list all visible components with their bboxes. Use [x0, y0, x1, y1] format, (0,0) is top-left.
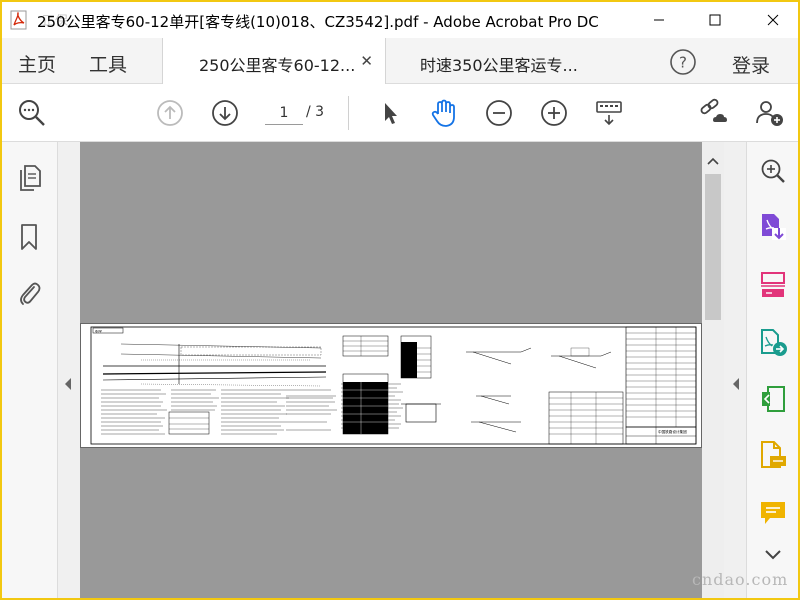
- plus-circle-icon: [541, 100, 567, 126]
- maximize-icon: [709, 14, 721, 26]
- zoom-out-button[interactable]: [483, 97, 515, 129]
- add-user-icon: [756, 101, 783, 126]
- tab-document-1[interactable]: 250公里客专60-12... ✕: [162, 38, 386, 85]
- page-thumbnails-button[interactable]: [14, 164, 44, 194]
- tab-bar: 主页 工具 250公里客专60-12... ✕ 时速350公里客运专... ? …: [2, 38, 798, 85]
- cursor-arrow-icon: [385, 103, 397, 124]
- organize-pages-icon: [761, 272, 785, 297]
- tab-close-icon[interactable]: ✕: [360, 52, 373, 70]
- comment-icon: [761, 502, 785, 524]
- attachments-icon: [20, 282, 41, 305]
- left-nav-panel: [2, 142, 58, 598]
- page-tag: Φ/Ψ: [95, 329, 102, 333]
- vertical-scrollbar[interactable]: [702, 142, 724, 598]
- export-pdf-button[interactable]: [758, 212, 788, 242]
- title-bar: 正保 250公里客专60-12单开[客专线(10)018、CZ3542].pdf…: [2, 2, 798, 38]
- comment-button[interactable]: [758, 498, 788, 528]
- export-pdf-icon: [762, 214, 786, 240]
- title-block-text: 中国铁路设计集团: [658, 429, 687, 434]
- pdf-page: Φ/Ψ 中国铁路设计集团: [80, 323, 702, 448]
- sign-in-link[interactable]: 登录: [732, 51, 770, 78]
- chevron-down-icon: [765, 550, 781, 560]
- tab-tools[interactable]: 工具: [89, 50, 127, 77]
- zoom-search-icon: [761, 159, 785, 183]
- engineering-drawing: Φ/Ψ 中国铁路设计集团: [90, 326, 697, 445]
- close-button[interactable]: [750, 2, 796, 38]
- fill-sign-button[interactable]: [758, 440, 788, 470]
- page-thumbnails-icon: [20, 165, 41, 191]
- fill-sign-icon: [761, 441, 786, 468]
- keyboard-icon: [596, 101, 622, 126]
- watermark-corner: cndao.com: [692, 570, 789, 589]
- tab-document-2[interactable]: 时速350公里客运专...: [386, 38, 610, 84]
- find-search-icon: [19, 100, 45, 126]
- minimize-icon: [654, 19, 664, 21]
- right-gutter: [724, 142, 746, 598]
- help-icon[interactable]: ?: [669, 48, 697, 76]
- toolbar-divider: [348, 96, 349, 130]
- acrobat-window: 正保 250公里客专60-12单开[客专线(10)018、CZ3542].pdf…: [0, 0, 800, 600]
- maximize-button[interactable]: [692, 2, 738, 38]
- minus-circle-icon: [486, 100, 512, 126]
- scrollbar-thumb[interactable]: [705, 174, 721, 320]
- arrow-down-circle-icon: [212, 100, 238, 126]
- organize-pages-button[interactable]: [758, 270, 788, 300]
- collapse-right-arrow-icon[interactable]: [730, 376, 742, 392]
- page-number-input[interactable]: [265, 101, 303, 125]
- arrow-up-circle-icon: [157, 100, 183, 126]
- collapse-left-arrow-icon[interactable]: [62, 376, 74, 392]
- bookmarks-icon: [21, 224, 37, 250]
- zoom-in-button[interactable]: [538, 97, 570, 129]
- edit-pdf-icon: [762, 386, 785, 412]
- add-user-button[interactable]: [754, 97, 786, 129]
- bookmarks-button[interactable]: [14, 222, 44, 252]
- document-view[interactable]: Φ/Ψ 中国铁路设计集团: [80, 142, 702, 598]
- close-icon: [767, 14, 779, 26]
- select-tool-button[interactable]: [374, 97, 406, 129]
- link-cloud-icon: [700, 98, 727, 122]
- zoom-search-button[interactable]: [758, 156, 788, 186]
- keyboard-tool-button[interactable]: [593, 97, 625, 129]
- more-tools-button[interactable]: [758, 540, 788, 570]
- main-toolbar: / 3: [2, 84, 798, 142]
- find-text-button[interactable]: [16, 97, 48, 129]
- acrobat-app-icon: [10, 10, 27, 30]
- create-pdf-button[interactable]: [758, 328, 788, 358]
- next-page-button[interactable]: [209, 97, 241, 129]
- edit-pdf-button[interactable]: [758, 384, 788, 414]
- window-title: 250公里客专60-12单开[客专线(10)018、CZ3542].pdf - …: [37, 13, 599, 31]
- page-total: / 3: [306, 104, 325, 120]
- minimize-button[interactable]: [636, 2, 682, 38]
- tab-home[interactable]: 主页: [18, 50, 56, 77]
- create-pdf-icon: [761, 329, 787, 356]
- right-tools-panel: [746, 142, 798, 598]
- share-link-button[interactable]: [698, 97, 730, 129]
- attachments-button[interactable]: [14, 278, 44, 308]
- tab-document-1-label: 250公里客专60-12...: [199, 56, 356, 75]
- svg-text:?: ?: [679, 54, 687, 72]
- hand-icon: [431, 99, 455, 127]
- left-gutter: [58, 142, 80, 598]
- previous-page-button[interactable]: [154, 97, 186, 129]
- tab-document-2-label: 时速350公里客运专...: [420, 56, 578, 75]
- hand-tool-button[interactable]: [428, 97, 460, 129]
- scroll-up-arrow-icon[interactable]: [706, 156, 720, 166]
